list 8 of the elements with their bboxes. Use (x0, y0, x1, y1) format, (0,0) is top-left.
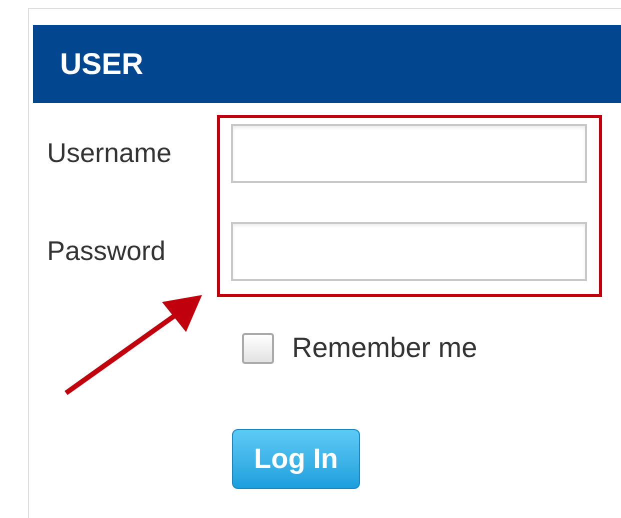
remember-checkbox[interactable] (242, 332, 274, 364)
field-label: Username (47, 137, 173, 170)
input-field[interactable] (231, 222, 587, 281)
input-field[interactable] (231, 124, 587, 183)
field-label: Password (47, 235, 167, 268)
header-title: USER (60, 46, 144, 82)
login-button[interactable]: Log In (232, 429, 360, 489)
checkbox-label: Remember me (292, 331, 478, 365)
